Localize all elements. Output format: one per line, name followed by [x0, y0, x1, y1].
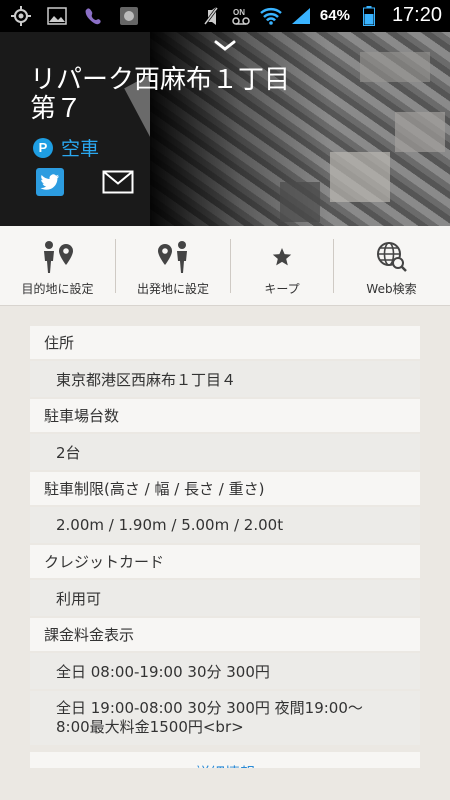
status-bar: ON 64% 17:20	[0, 0, 450, 32]
wifi-icon	[260, 5, 282, 27]
vacancy-status: P 空車	[33, 134, 99, 161]
mute-icon	[200, 5, 222, 27]
battery-icon	[358, 5, 380, 27]
app-icon	[118, 5, 140, 27]
detail-label: 駐車制限(高さ / 幅 / 長さ / 重さ)	[30, 472, 420, 505]
battery-percent: 64%	[319, 7, 350, 24]
twitter-icon[interactable]	[36, 168, 64, 196]
detail-value: 利用可	[30, 580, 420, 616]
destination-icon	[40, 240, 76, 274]
detail-label: クレジットカード	[30, 545, 420, 578]
action-bar: 目的地に設定 出発地に設定 キープ Web検索	[0, 226, 450, 306]
page-title: リパーク西麻布１丁目第７	[30, 65, 291, 124]
svg-text:ON: ON	[233, 8, 245, 17]
parking-header: リパーク西麻布１丁目第７ P 空車	[0, 32, 450, 226]
detail-value: 全日 19:00-08:00 30分 300円 夜間19:00～ 8:00最大料…	[30, 691, 420, 745]
parking-details: 住所 東京都港区西麻布１丁目４ 駐車場台数 2台 駐車制限(高さ / 幅 / 長…	[30, 326, 420, 747]
gps-icon	[10, 5, 32, 27]
star-icon	[271, 240, 293, 274]
detail-value: 2.00m / 1.90m / 5.00m / 2.00t	[30, 507, 420, 543]
vacancy-text: 空車	[61, 138, 100, 160]
mail-icon[interactable]	[102, 170, 134, 194]
clock: 17:20	[391, 4, 442, 26]
detail-value: 2台	[30, 434, 420, 470]
detail-label: 住所	[30, 326, 420, 359]
viber-icon	[82, 5, 104, 27]
set-departure-button[interactable]: 出発地に設定	[116, 226, 230, 306]
detail-value: 東京都港区西麻布１丁目４	[30, 361, 420, 397]
set-destination-button[interactable]: 目的地に設定	[0, 226, 115, 306]
departure-icon	[155, 240, 191, 274]
voicemail-icon: ON	[230, 5, 252, 27]
keep-button[interactable]: キープ	[231, 226, 333, 306]
parking-icon: P	[33, 137, 53, 158]
web-search-button[interactable]: Web検索	[334, 226, 449, 306]
detail-label: 駐車場台数	[30, 399, 420, 432]
chevron-down-icon[interactable]	[213, 38, 237, 52]
web-search-icon	[376, 240, 408, 274]
detail-label: 課金料金表示	[30, 618, 420, 651]
signal-icon	[290, 5, 312, 27]
detail-value: 全日 08:00-19:00 30分 300円	[30, 653, 420, 689]
image-icon	[46, 5, 68, 27]
